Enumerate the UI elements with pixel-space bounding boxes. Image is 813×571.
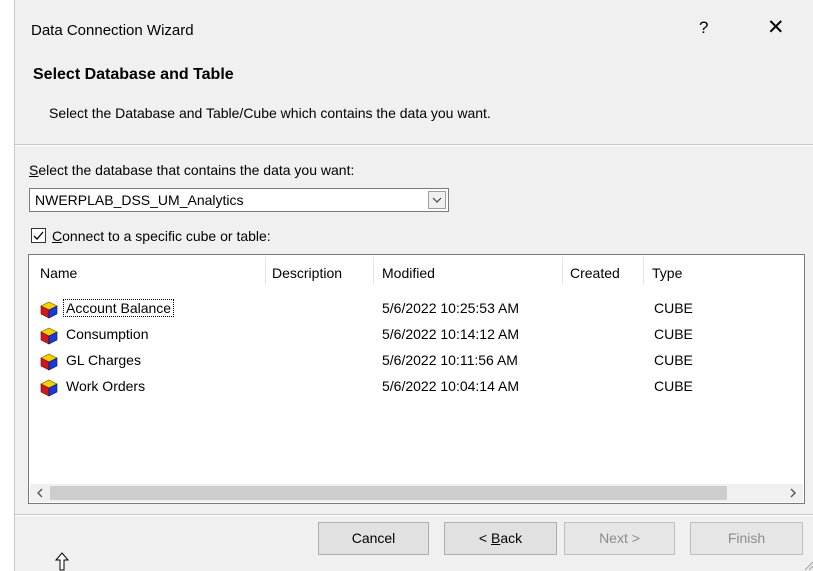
finish-button[interactable]: Finish	[690, 522, 803, 555]
cube-icon	[40, 327, 58, 345]
column-header-modified[interactable]: Modified	[382, 265, 435, 281]
column-header-name[interactable]: Name	[40, 265, 77, 281]
page-subtitle: Select the Database and Table/Cube which…	[49, 105, 491, 121]
row-name: Work Orders	[66, 378, 146, 394]
cube-icon	[40, 379, 58, 397]
cube-icon	[40, 301, 58, 319]
table-row[interactable]: Consumption 5/6/2022 10:14:12 AM CUBE	[29, 323, 804, 349]
scrollbar-thumb[interactable]	[50, 486, 727, 500]
chevron-down-icon[interactable]	[428, 191, 446, 209]
scroll-right-icon[interactable]	[788, 484, 798, 505]
checkmark-icon	[33, 231, 44, 240]
back-button[interactable]: < Back	[444, 522, 557, 555]
column-divider[interactable]	[562, 257, 563, 285]
help-button[interactable]: ?	[699, 18, 708, 38]
next-button[interactable]: Next >	[564, 522, 675, 555]
database-select-value: NWERPLAB_DSS_UM_Analytics	[35, 192, 244, 208]
row-name: GL Charges	[66, 352, 141, 368]
row-type: CUBE	[654, 300, 693, 316]
column-divider[interactable]	[265, 257, 266, 285]
row-name: Account Balance	[62, 299, 175, 317]
data-connection-wizard-dialog: Data Connection Wizard ? ✕ Select Databa…	[14, 0, 813, 571]
table-row[interactable]: Work Orders 5/6/2022 10:04:14 AM CUBE	[29, 375, 804, 401]
row-type: CUBE	[654, 378, 693, 394]
cube-icon	[40, 353, 58, 371]
page-title: Select Database and Table	[33, 66, 234, 83]
column-header-created[interactable]: Created	[570, 265, 620, 281]
row-modified: 5/6/2022 10:11:56 AM	[382, 352, 518, 368]
column-divider[interactable]	[373, 257, 374, 285]
close-button[interactable]: ✕	[767, 15, 785, 40]
resize-grip-icon[interactable]	[802, 559, 813, 571]
table-row[interactable]: Account Balance 5/6/2022 10:25:53 AM CUB…	[29, 297, 804, 323]
title-bar: Data Connection Wizard ? ✕	[15, 0, 813, 56]
header-divider-highlight	[15, 145, 813, 146]
horizontal-scrollbar[interactable]	[30, 484, 803, 502]
cancel-button[interactable]: Cancel	[318, 522, 429, 555]
column-divider[interactable]	[643, 257, 644, 285]
cube-table-list[interactable]: Name Description Modified Created Type A…	[28, 254, 805, 504]
column-header-type[interactable]: Type	[652, 265, 682, 281]
database-label: Select the database that contains the da…	[29, 162, 355, 178]
row-modified: 5/6/2022 10:25:53 AM	[382, 300, 519, 316]
row-modified: 5/6/2022 10:14:12 AM	[382, 326, 519, 342]
row-name: Consumption	[66, 326, 149, 342]
mouse-cursor-icon	[55, 552, 69, 571]
window-title: Data Connection Wizard	[31, 22, 194, 39]
connect-cube-label[interactable]: Connect to a specific cube or table:	[52, 228, 271, 244]
column-header-description[interactable]: Description	[272, 265, 342, 281]
scroll-left-icon[interactable]	[35, 484, 45, 505]
database-select[interactable]: NWERPLAB_DSS_UM_Analytics	[29, 188, 449, 212]
row-type: CUBE	[654, 352, 693, 368]
connect-cube-checkbox[interactable]	[31, 228, 46, 243]
table-row[interactable]: GL Charges 5/6/2022 10:11:56 AM CUBE	[29, 349, 804, 375]
row-type: CUBE	[654, 326, 693, 342]
footer-divider-highlight	[15, 515, 813, 516]
row-modified: 5/6/2022 10:04:14 AM	[382, 378, 519, 394]
